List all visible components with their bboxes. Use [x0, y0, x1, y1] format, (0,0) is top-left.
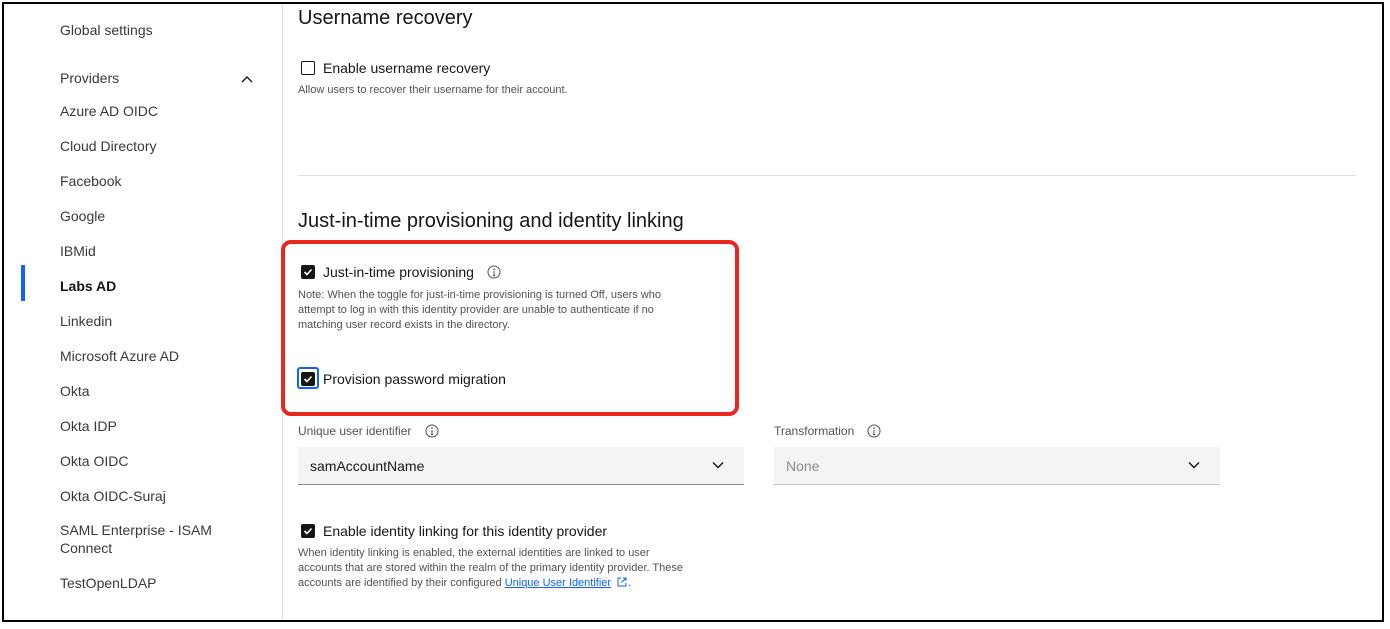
transformation-label: Transformation — [774, 424, 855, 438]
checkmark-icon — [303, 527, 313, 535]
username-recovery-checkbox[interactable] — [301, 61, 315, 75]
sidebar-item-okta-oidc-suraj[interactable]: Okta OIDC-Suraj — [4, 487, 282, 505]
sidebar-item-labs-ad[interactable]: Labs AD — [4, 277, 282, 295]
sidebar-item-facebook[interactable]: Facebook — [4, 172, 282, 190]
unique-user-identifier-select[interactable]: samAccountName — [298, 447, 744, 485]
sidebar-item-global-settings[interactable]: Global settings — [4, 21, 282, 39]
sidebar-item-okta-idp[interactable]: Okta IDP — [4, 417, 282, 435]
chevron-up-icon[interactable] — [240, 74, 254, 84]
identity-linking-helper-line2: accounts that are stored within the real… — [298, 562, 683, 574]
section-divider — [298, 175, 1356, 176]
sidebar: Global settings Providers Azure AD OIDC … — [4, 4, 283, 620]
app-window: Global settings Providers Azure AD OIDC … — [2, 2, 1384, 622]
username-recovery-title: Username recovery — [298, 7, 473, 29]
username-recovery-label[interactable]: Enable username recovery — [323, 60, 490, 76]
sidebar-item-azure-ad-oidc[interactable]: Azure AD OIDC — [4, 102, 282, 120]
jit-section-title: Just-in-time provisioning and identity l… — [298, 210, 684, 232]
transformation-value: None — [786, 458, 820, 474]
identity-linking-helper-prefix: accounts are identified by their configu… — [298, 577, 502, 589]
info-icon[interactable] — [867, 424, 881, 438]
identity-linking-helper-line1: When identity linking is enabled, the ex… — [298, 547, 650, 559]
sidebar-item-testopenldap[interactable]: TestOpenLDAP — [4, 574, 282, 592]
sidebar-item-saml-enterprise[interactable]: SAML Enterprise - ISAM Connect — [4, 521, 244, 557]
chevron-down-icon — [712, 462, 724, 469]
identity-linking-checkbox[interactable] — [301, 524, 315, 538]
username-recovery-helper: Allow users to recover their username fo… — [298, 84, 568, 96]
identity-linking-helper-suffix: . — [628, 577, 632, 589]
identity-linking-label[interactable]: Enable identity linking for this identit… — [323, 523, 607, 539]
unique-user-identifier-label: Unique user identifier — [298, 424, 412, 438]
sidebar-item-linkedin[interactable]: Linkedin — [4, 312, 282, 330]
chevron-down-icon — [1188, 462, 1200, 469]
sidebar-item-okta-oidc[interactable]: Okta OIDC — [4, 452, 282, 470]
external-link-icon[interactable] — [616, 576, 628, 588]
highlight-annotation — [281, 240, 739, 416]
sidebar-item-ibmid[interactable]: IBMid — [4, 242, 282, 260]
unique-user-identifier-link[interactable]: Unique User Identifier — [505, 577, 611, 589]
sidebar-item-microsoft-azure-ad[interactable]: Microsoft Azure AD — [4, 347, 282, 365]
sidebar-item-okta[interactable]: Okta — [4, 382, 282, 400]
transformation-select[interactable]: None — [774, 447, 1220, 485]
identity-linking-helper-line3: accounts are identified by their configu… — [298, 576, 631, 592]
unique-user-identifier-value: samAccountName — [310, 458, 425, 474]
info-icon[interactable] — [425, 424, 439, 438]
sidebar-item-google[interactable]: Google — [4, 207, 282, 225]
sidebar-item-cloud-directory[interactable]: Cloud Directory — [4, 137, 282, 155]
